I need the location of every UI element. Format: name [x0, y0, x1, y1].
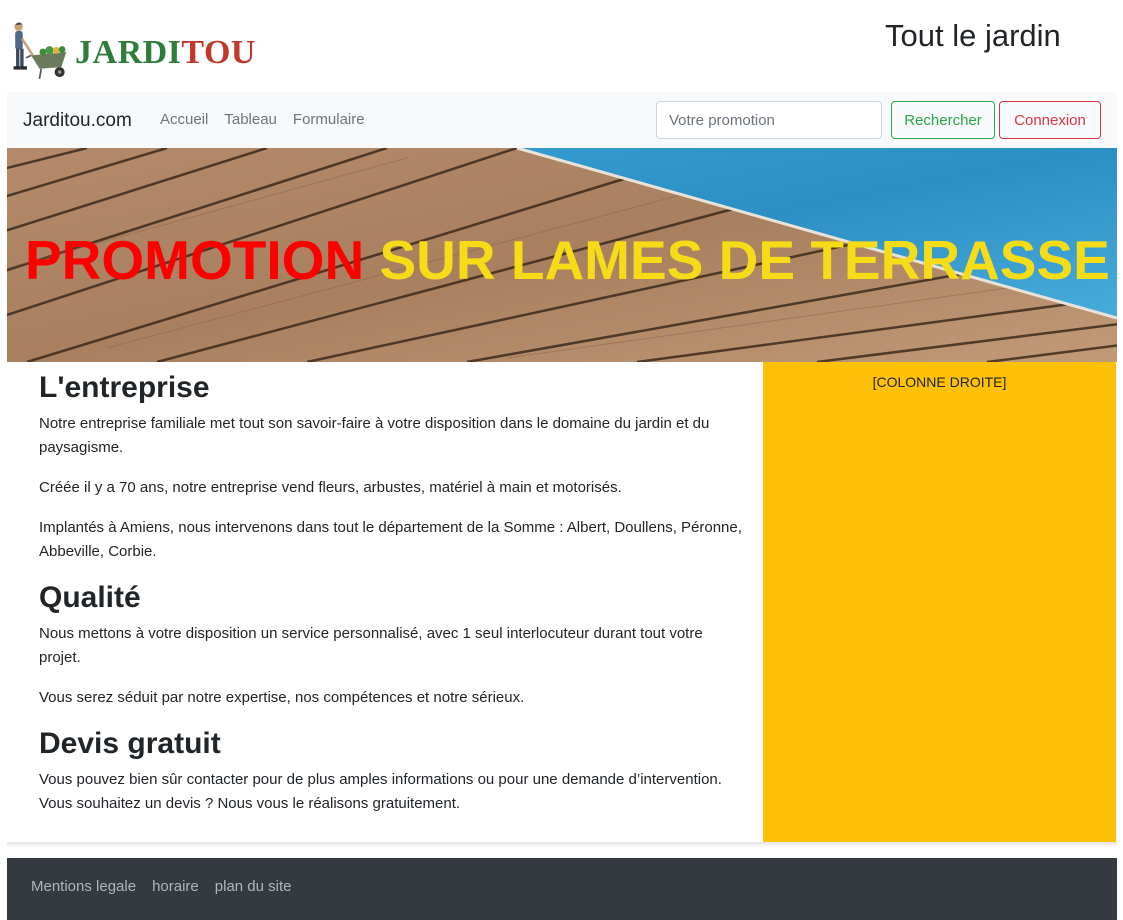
content-shadow	[7, 842, 1117, 848]
search-input[interactable]	[656, 101, 882, 139]
logo-text-part1: JARDI	[75, 34, 182, 71]
paragraph: Implantés à Amiens, nous intervenons dan…	[39, 519, 742, 560]
search-button[interactable]: Rechercher	[891, 101, 995, 139]
tagline: Tout le jardin	[885, 18, 1061, 53]
gardener-wheelbarrow-icon	[13, 22, 67, 79]
footer-link-horaire[interactable]: horaire	[152, 878, 199, 895]
paragraph: Créée il y a 70 ans, notre entreprise ve…	[39, 479, 622, 496]
nav-link-formulaire[interactable]: Formulaire	[293, 111, 365, 128]
paragraph: Vous pouvez bien sûr contacter pour de p…	[39, 771, 722, 812]
right-column: [COLONNE DROITE]	[763, 362, 1116, 842]
footer-link-plan[interactable]: plan du site	[215, 878, 292, 895]
login-button[interactable]: Connexion	[999, 101, 1101, 139]
hero-title-part1: PROMOTION	[25, 229, 365, 291]
navbar-brand[interactable]: Jarditou.com	[23, 110, 132, 132]
logo-text: JARDITOU	[75, 34, 256, 72]
right-column-label: [COLONNE DROITE]	[872, 374, 1007, 390]
section-title: L'entreprise	[39, 371, 210, 404]
hero-banner: PROMOTION SUR LAMES DE TERRASSE	[7, 148, 1117, 362]
paragraph: Nous mettons à votre disposition un serv…	[39, 625, 703, 666]
nav-link-tableau[interactable]: Tableau	[224, 111, 277, 128]
logo-text-part2: TOU	[181, 34, 256, 71]
hero-title-part2: SUR LAMES DE TERRASSE	[379, 229, 1110, 291]
logo[interactable]: JARDITOU	[6, 12, 256, 92]
hero-title: PROMOTION SUR LAMES DE TERRASSE	[25, 228, 1110, 292]
section-title: Qualité	[39, 581, 141, 614]
footer-link-mentions[interactable]: Mentions legale	[31, 878, 136, 895]
main-content: L'entreprise Notre entreprise familiale …	[7, 362, 763, 842]
navbar: Jarditou.com Accueil Tableau Formulaire …	[7, 92, 1117, 148]
nav-links: Accueil Tableau Formulaire	[160, 111, 365, 128]
footer: Mentions legale horaire plan du site	[7, 858, 1117, 920]
paragraph: Vous serez séduit par notre expertise, n…	[39, 689, 525, 706]
section-title: Devis gratuit	[39, 727, 221, 760]
site-header: JARDITOU Tout le jardin	[0, 0, 1123, 92]
paragraph: Notre entreprise familiale met tout son …	[39, 415, 710, 456]
footer-links: Mentions legale horaire plan du site	[31, 878, 292, 895]
nav-link-accueil[interactable]: Accueil	[160, 111, 208, 128]
